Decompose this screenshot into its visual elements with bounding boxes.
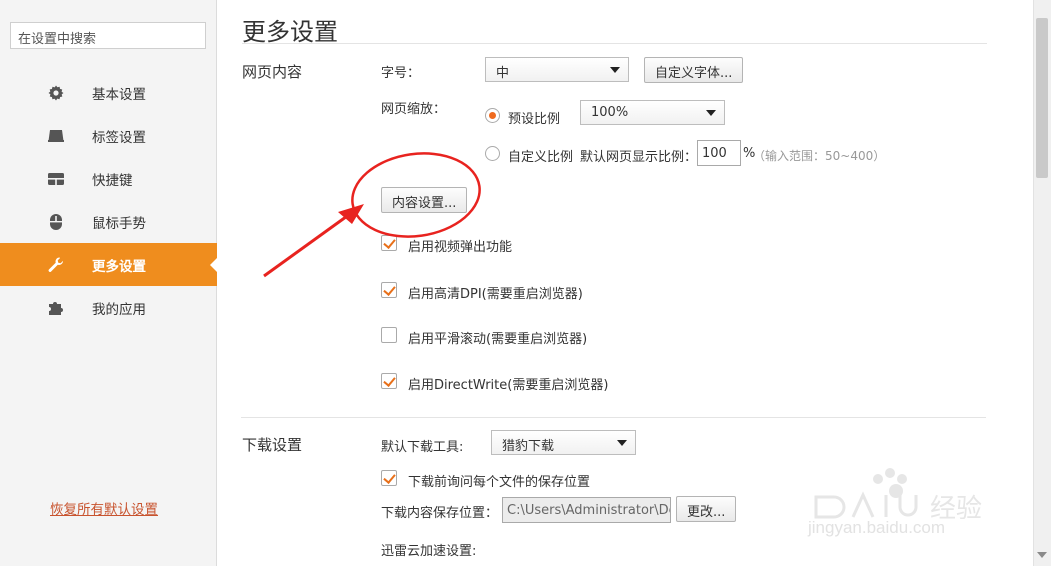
annotation-arrow-line — [263, 212, 351, 278]
video-popup-checkbox[interactable] — [381, 235, 397, 251]
chevron-down-icon — [610, 67, 620, 73]
web-content-section-title: 网页内容 — [242, 63, 303, 81]
sidebar-item-label: 更多设置 — [92, 259, 146, 275]
title-divider — [242, 43, 987, 44]
chevron-down-icon — [617, 440, 627, 446]
scrollbar-thumb[interactable] — [1036, 18, 1048, 178]
preset-ratio-value: 100% — [591, 105, 629, 120]
custom-ratio-label: 自定义比例 — [508, 150, 574, 165]
settings-search-input[interactable]: 在设置中搜索 — [10, 22, 206, 49]
directwrite-label: 启用DirectWrite(需要重启浏览器) — [408, 378, 609, 393]
font-size-value: 中 — [496, 66, 510, 81]
content-settings-button[interactable]: 内容设置... — [381, 187, 468, 213]
scroll-down-arrow-icon[interactable] — [1037, 552, 1047, 558]
video-popup-label: 启用视频弹出功能 — [408, 240, 513, 255]
sidebar-item-label: 我的应用 — [92, 302, 146, 318]
custom-ratio-radio[interactable] — [485, 146, 500, 161]
change-location-button[interactable]: 更改... — [676, 496, 737, 522]
hd-dpi-label: 启用高清DPI(需要重启浏览器) — [408, 287, 583, 302]
custom-font-button[interactable]: 自定义字体... — [644, 57, 744, 83]
wrench-icon — [46, 255, 66, 275]
default-ratio-input[interactable]: 100 — [697, 140, 741, 166]
ask-location-label: 下载前询问每个文件的保存位置 — [408, 475, 591, 490]
annotation-arrow-head — [338, 204, 364, 224]
download-section-title: 下载设置 — [242, 436, 303, 454]
directwrite-checkbox[interactable] — [381, 373, 397, 389]
page-title: 更多设置 — [242, 18, 338, 46]
default-ratio-label: 默认网页显示比例： — [580, 150, 698, 165]
preset-ratio-radio[interactable] — [485, 108, 500, 123]
section-divider — [241, 417, 986, 418]
xunlei-label: 迅雷云加速设置: — [381, 544, 477, 559]
hd-dpi-checkbox[interactable] — [381, 282, 397, 298]
font-size-select[interactable]: 中 — [485, 57, 629, 82]
sidebar-item-my-apps[interactable]: 我的应用 — [0, 286, 217, 329]
puzzle-icon — [46, 298, 66, 318]
watermark-url: jingyan.baidu.com — [808, 518, 946, 537]
zoom-label: 网页缩放： — [381, 102, 447, 117]
sidebar-item-mouse-gestures[interactable]: 鼠标手势 — [0, 200, 217, 243]
restore-defaults-link[interactable]: 恢复所有默认设置 — [50, 498, 158, 518]
save-location-input[interactable]: C:\Users\Administrator\Desk — [502, 497, 671, 523]
default-tool-value: 猎豹下载 — [502, 439, 555, 454]
sidebar-item-shortcuts[interactable]: 快捷键 — [0, 157, 217, 200]
preset-ratio-label: 预设比例 — [508, 112, 561, 127]
default-tool-label: 默认下载工具: — [381, 440, 464, 455]
sidebar-item-basic[interactable]: 基本设置 — [0, 71, 217, 114]
tab-icon — [46, 126, 66, 146]
sidebar-item-tabs[interactable]: 标签设置 — [0, 114, 217, 157]
smooth-scroll-checkbox[interactable] — [381, 327, 397, 343]
sidebar: 在设置中搜索 基本设置 标签设置 快捷键 鼠标手势 更多设置 我的应用 恢复所有… — [0, 0, 218, 566]
sidebar-item-label: 标签设置 — [92, 130, 146, 146]
ask-location-checkbox[interactable] — [381, 470, 397, 486]
chevron-down-icon — [706, 110, 716, 116]
preset-ratio-select[interactable]: 100% — [580, 100, 725, 125]
keyboard-icon — [46, 169, 66, 189]
sidebar-item-label: 快捷键 — [92, 173, 133, 189]
font-size-label: 字号： — [381, 66, 421, 81]
gear-icon — [46, 83, 66, 103]
default-tool-select[interactable]: 猎豹下载 — [491, 430, 636, 455]
range-hint: （输入范围：50~400） — [753, 149, 886, 163]
sidebar-item-more-settings[interactable]: 更多设置 — [0, 243, 218, 286]
save-location-label: 下载内容保存位置： — [381, 506, 499, 521]
smooth-scroll-label: 启用平滑滚动(需要重启浏览器) — [408, 332, 588, 347]
mouse-icon — [46, 212, 66, 232]
sidebar-item-label: 鼠标手势 — [92, 216, 146, 232]
sidebar-item-label: 基本设置 — [92, 87, 146, 103]
